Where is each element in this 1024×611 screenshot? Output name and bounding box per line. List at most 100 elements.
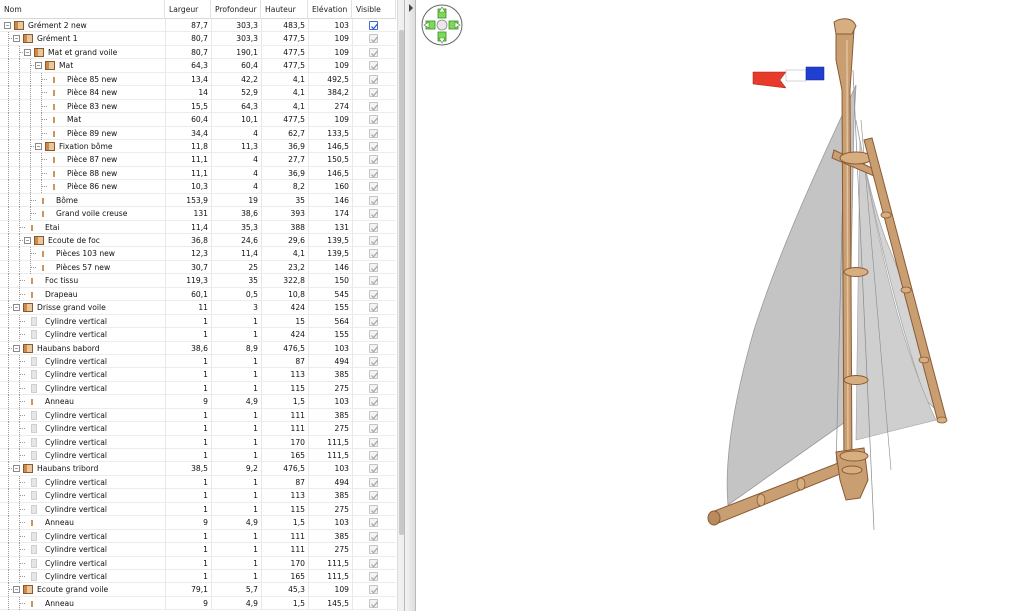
sailboat-rigging-model[interactable] <box>416 0 1024 611</box>
tree-row-name-cell[interactable]: Etai <box>0 220 165 234</box>
tree-row[interactable]: – Ecoute de foc 36,8 24,6 29,6 139,5 <box>0 234 396 248</box>
tree-row[interactable]: Pièce 87 new 11,1 4 27,7 150,5 <box>0 153 396 167</box>
tree-row[interactable]: Cylindre vertical 1 1 113 385 <box>0 368 396 382</box>
tree-row[interactable]: Cylindre vertical 1 1 87 494 <box>0 475 396 490</box>
tree-row[interactable]: Bôme 153,9 19 35 146 <box>0 193 396 208</box>
tree-row-name-cell[interactable]: Anneau <box>0 516 165 530</box>
tree-row-name-cell[interactable]: Cylindre vertical <box>0 368 165 382</box>
column-header-visible[interactable]: Visible <box>352 0 396 19</box>
tree-row[interactable]: – Ecoute grand voile 79,1 5,7 45,3 109 <box>0 583 396 597</box>
tree-row-name-cell[interactable]: – Mat et grand voile <box>0 45 165 59</box>
visible-checkbox[interactable] <box>369 316 378 326</box>
visible-checkbox[interactable] <box>369 491 378 501</box>
tree-row[interactable]: Cylindre vertical 1 1 113 385 <box>0 489 396 503</box>
visible-checkbox[interactable] <box>369 195 378 205</box>
visible-checkbox[interactable] <box>369 21 378 30</box>
visible-checkbox[interactable] <box>369 155 378 165</box>
tree-row[interactable]: Drapeau 60,1 0,5 10,8 545 <box>0 287 396 302</box>
tree-row[interactable]: Pièces 57 new 30,7 25 23,2 146 <box>0 260 396 275</box>
tree-row-name-cell[interactable]: Pièce 86 new <box>0 180 165 194</box>
visible-checkbox[interactable] <box>369 101 378 111</box>
tree-row[interactable]: Cylindre vertical 1 1 111 385 <box>0 529 396 544</box>
collapse-toggle-icon[interactable]: – <box>13 344 20 352</box>
tree-row-name-cell[interactable]: Pièce 88 new <box>0 166 165 180</box>
tree-row-name-cell[interactable]: Grand voile creuse <box>0 207 165 221</box>
visible-checkbox[interactable] <box>369 47 378 57</box>
tree-row-name-cell[interactable]: Cylindre vertical <box>0 435 165 449</box>
3d-viewport[interactable] <box>416 0 1024 611</box>
tree-row[interactable]: – Fixation bôme 11,8 11,3 36,9 146,5 <box>0 139 396 154</box>
tree-row[interactable]: – Grément 2 new 87,7 303,3 483,5 103 <box>0 19 396 33</box>
visible-checkbox[interactable] <box>369 262 378 272</box>
collapse-toggle-icon[interactable]: – <box>13 465 20 473</box>
tree-row-name-cell[interactable]: Foc tissu <box>0 274 165 288</box>
visible-checkbox[interactable] <box>369 410 378 420</box>
visible-checkbox[interactable] <box>369 74 378 84</box>
tree-row-name-cell[interactable]: – Haubans tribord <box>0 462 165 476</box>
tree-row-name-cell[interactable]: Cylindre vertical <box>0 569 165 583</box>
visible-checkbox[interactable] <box>369 424 378 434</box>
tree-row[interactable]: Cylindre vertical 1 1 165 111,5 <box>0 449 396 463</box>
visible-checkbox[interactable] <box>369 504 378 514</box>
tree-row-name-cell[interactable]: Cylindre vertical <box>0 408 165 422</box>
visible-checkbox[interactable] <box>369 598 378 608</box>
tree-row[interactable]: – Mat et grand voile 80,7 190,1 477,5 109 <box>0 45 396 60</box>
visible-checkbox[interactable] <box>369 61 378 71</box>
tree-row-name-cell[interactable]: Cylindre vertical <box>0 381 165 395</box>
visible-checkbox[interactable] <box>369 88 378 98</box>
column-header-name[interactable]: Nom <box>0 0 165 19</box>
collapse-toggle-icon[interactable]: – <box>24 237 31 244</box>
tree-row-name-cell[interactable]: Pièce 84 new <box>0 86 165 100</box>
tree-row[interactable]: Cylindre vertical 1 1 115 275 <box>0 381 396 396</box>
tree-row[interactable]: Cylindre vertical 1 1 424 155 <box>0 328 396 342</box>
visible-checkbox[interactable] <box>369 451 378 460</box>
visible-checkbox[interactable] <box>369 571 378 581</box>
tree-row-name-cell[interactable]: Mat <box>0 113 165 127</box>
visible-checkbox[interactable] <box>369 289 378 299</box>
column-header-width[interactable]: Largeur <box>165 0 211 19</box>
tree-row[interactable]: Cylindre vertical 1 1 111 275 <box>0 543 396 557</box>
visible-checkbox[interactable] <box>369 531 378 541</box>
tree-row[interactable]: Grand voile creuse 131 38,6 393 174 <box>0 207 396 221</box>
tree-row-name-cell[interactable]: Pièce 83 new <box>0 99 165 113</box>
tree-row[interactable]: – Grément 1 80,7 303,3 477,5 109 <box>0 32 396 46</box>
tree-row-name-cell[interactable]: Cylindre vertical <box>0 475 165 489</box>
visible-checkbox[interactable] <box>369 34 378 44</box>
tree-row[interactable]: Pièce 88 new 11,1 4 36,9 146,5 <box>0 166 396 181</box>
visible-checkbox[interactable] <box>369 236 378 245</box>
tree-row-name-cell[interactable]: – Mat <box>0 59 165 73</box>
tree-row[interactable]: Cylindre vertical 1 1 15 564 <box>0 314 396 329</box>
tree-row-name-cell[interactable]: Bôme <box>0 193 165 207</box>
visible-checkbox[interactable] <box>369 383 378 393</box>
collapse-toggle-icon[interactable]: – <box>35 62 42 70</box>
tree-row-name-cell[interactable]: Cylindre vertical <box>0 529 165 543</box>
tree-row-name-cell[interactable]: Anneau <box>0 596 165 610</box>
visible-checkbox[interactable] <box>369 397 378 407</box>
tree-row[interactable]: Mat 60,4 10,1 477,5 109 <box>0 113 396 127</box>
visible-checkbox[interactable] <box>369 276 378 286</box>
tree-row-name-cell[interactable]: Pièces 103 new <box>0 247 165 261</box>
tree-row-name-cell[interactable]: Anneau <box>0 395 165 409</box>
tree-row[interactable]: – Haubans tribord 38,5 9,2 476,5 103 <box>0 462 396 476</box>
visible-checkbox[interactable] <box>369 370 378 380</box>
tree-row-name-cell[interactable]: – Haubans babord <box>0 341 165 355</box>
column-header-elevation[interactable]: Elévation <box>308 0 352 19</box>
collapse-toggle-icon[interactable]: – <box>13 35 20 43</box>
collapse-toggle-icon[interactable]: – <box>13 586 20 594</box>
visible-checkbox[interactable] <box>369 356 378 366</box>
tree-row[interactable]: Pièces 103 new 12,3 11,4 4,1 139,5 <box>0 247 396 261</box>
tree-row[interactable]: Cylindre vertical 1 1 87 494 <box>0 354 396 369</box>
tree-row[interactable]: Anneau 9 4,9 1,5 103 <box>0 395 396 409</box>
visible-checkbox[interactable] <box>369 585 378 595</box>
tree-row[interactable]: Cylindre vertical 1 1 165 111,5 <box>0 569 396 584</box>
collapse-arrow-icon[interactable] <box>409 4 413 12</box>
tree-row-name-cell[interactable]: Cylindre vertical <box>0 354 165 368</box>
tree-row[interactable]: Pièce 85 new 13,4 42,2 4,1 492,5 <box>0 72 396 87</box>
tree-row[interactable]: Cylindre vertical 1 1 170 111,5 <box>0 556 396 570</box>
visible-checkbox[interactable] <box>369 437 378 447</box>
visible-checkbox[interactable] <box>369 464 378 474</box>
tree-row[interactable]: Anneau 9 4,9 1,5 145,5 <box>0 596 396 611</box>
tree-row-name-cell[interactable]: Cylindre vertical <box>0 502 165 516</box>
tree-row-name-cell[interactable]: Cylindre vertical <box>0 556 165 570</box>
tree-row-name-cell[interactable]: Cylindre vertical <box>0 543 165 557</box>
